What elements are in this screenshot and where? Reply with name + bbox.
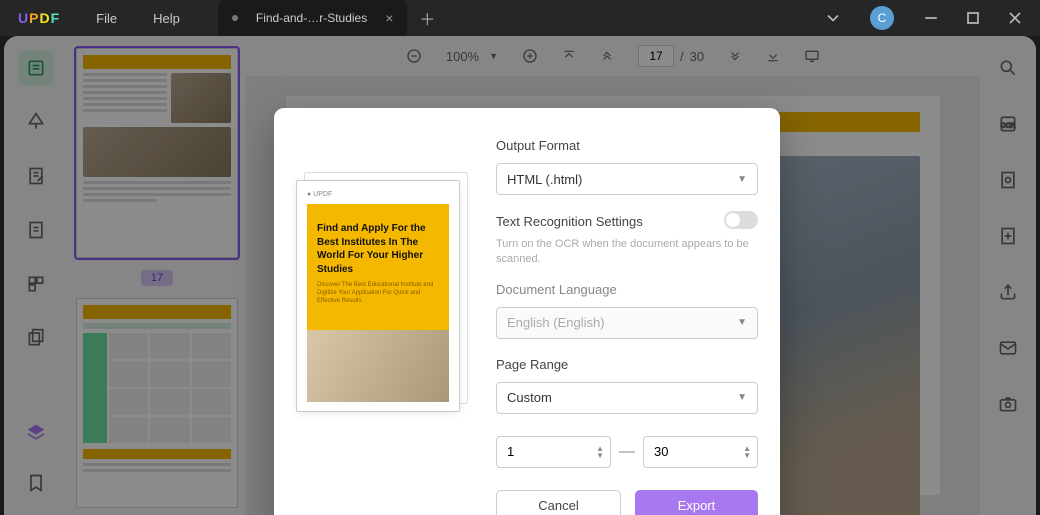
range-dash: —: [619, 443, 635, 461]
output-format-label: Output Format: [496, 138, 758, 153]
export-dialog: ● UPDF Find and Apply For the Best Insti…: [274, 108, 780, 515]
ocr-toggle[interactable]: [724, 211, 758, 229]
chevron-down-icon[interactable]: [816, 4, 850, 32]
tab-title: Find-and-…r-Studies: [256, 11, 367, 25]
page-range-select[interactable]: Custom▼: [496, 382, 758, 414]
range-to-down[interactable]: ▼: [743, 452, 751, 459]
tab-modified-indicator: [232, 15, 238, 21]
cancel-button[interactable]: Cancel: [496, 490, 621, 515]
range-to-input[interactable]: 30 ▲▼: [643, 436, 758, 468]
page-range-label: Page Range: [496, 357, 758, 372]
language-select: English (English)▼: [496, 307, 758, 339]
export-preview-thumbnail: ● UPDF Find and Apply For the Best Insti…: [296, 180, 460, 412]
ocr-helper-text: Turn on the OCR when the document appear…: [496, 237, 758, 268]
user-avatar[interactable]: C: [870, 6, 894, 30]
menu-help[interactable]: Help: [135, 11, 198, 26]
titlebar: UPDF File Help Find-and-…r-Studies × ＋ C: [0, 0, 1040, 36]
minimize-button[interactable]: [914, 4, 948, 32]
range-from-input[interactable]: 1 ▲▼: [496, 436, 611, 468]
menu-file[interactable]: File: [78, 11, 135, 26]
output-format-select[interactable]: HTML (.html)▼: [496, 163, 758, 195]
ocr-label: Text Recognition Settings: [496, 214, 643, 229]
close-window-button[interactable]: [998, 4, 1032, 32]
document-tab[interactable]: Find-and-…r-Studies ×: [218, 0, 408, 36]
add-tab-button[interactable]: ＋: [419, 6, 435, 30]
export-button[interactable]: Export: [635, 490, 758, 515]
close-tab-icon[interactable]: ×: [385, 10, 393, 26]
range-from-down[interactable]: ▼: [596, 452, 604, 459]
app-logo: UPDF: [0, 10, 78, 26]
language-label: Document Language: [496, 282, 758, 297]
maximize-button[interactable]: [956, 4, 990, 32]
